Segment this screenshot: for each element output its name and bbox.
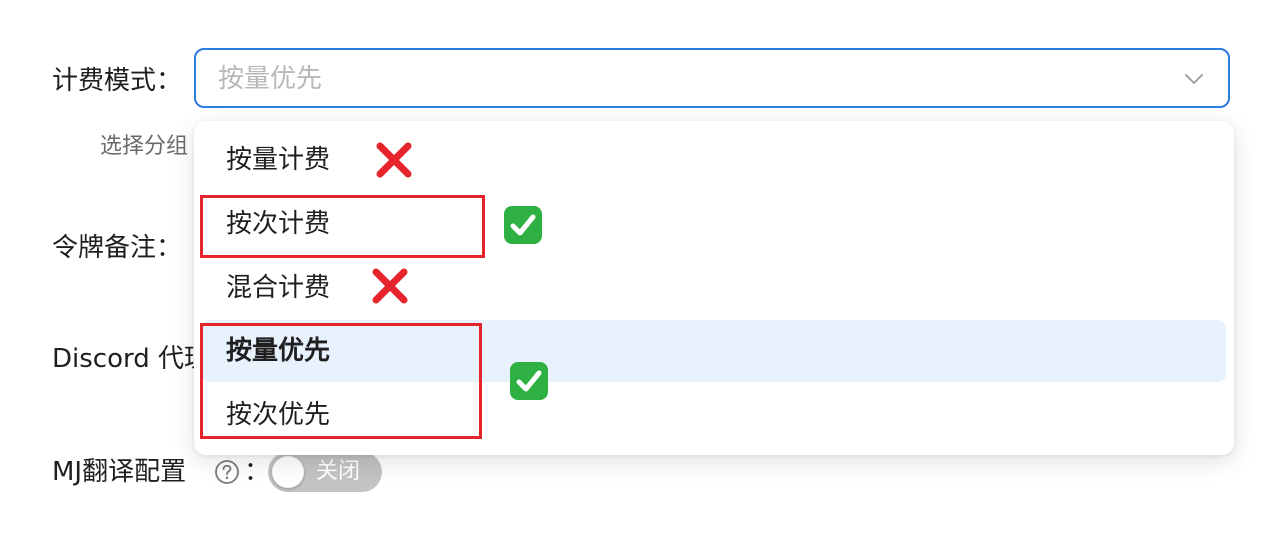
billing-mode-select[interactable]: 按量优先	[194, 48, 1230, 108]
option-mixed-billing[interactable]: 混合计费	[202, 257, 1226, 319]
toggle-knob	[272, 456, 304, 488]
discord-proxy-label: Discord 代理	[52, 344, 210, 374]
settings-form: 计费模式： 选择分组 令牌备注： Discord 代理 MJ翻译配置 ： 关闭 …	[0, 0, 1280, 537]
highlight-box-pay-per-call	[200, 195, 485, 258]
option-label: 混合计费	[226, 273, 331, 303]
red-cross-icon	[372, 268, 408, 304]
mj-translate-toggle[interactable]: 关闭	[268, 452, 382, 492]
group-helper-text: 选择分组	[100, 134, 189, 159]
option-label: 按量计费	[226, 145, 331, 175]
red-cross-icon	[376, 142, 412, 178]
option-pay-per-usage[interactable]: 按量计费	[202, 129, 1226, 191]
green-check-icon	[510, 362, 548, 400]
highlight-box-priority-options	[200, 323, 482, 439]
mj-translate-label: MJ翻译配置	[52, 457, 187, 487]
help-icon[interactable]	[214, 459, 240, 485]
select-placeholder: 按量优先	[218, 64, 323, 94]
chevron-down-icon	[1185, 74, 1203, 84]
green-check-icon	[504, 206, 542, 244]
token-note-label: 令牌备注：	[52, 233, 183, 263]
billing-mode-label: 计费模式：	[52, 66, 183, 96]
toggle-state-text: 关闭	[316, 459, 361, 484]
mj-translate-colon: ：	[244, 457, 271, 487]
